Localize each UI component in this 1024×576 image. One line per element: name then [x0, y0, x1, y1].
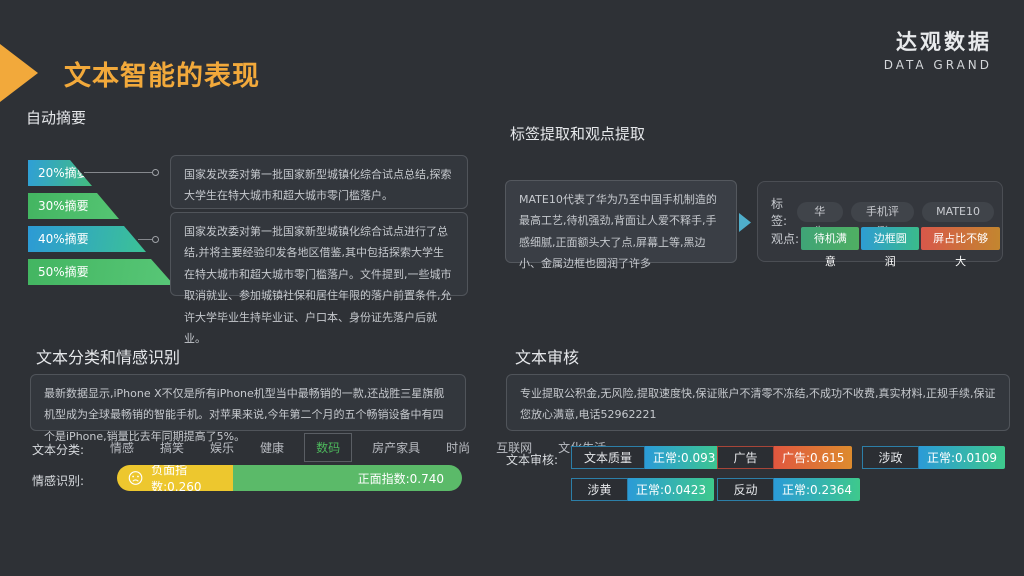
review-badge-result: 正常:0.2364 — [774, 478, 860, 501]
funnel-bar-20: 20%摘要 — [28, 160, 92, 186]
arrow-right-icon — [739, 213, 751, 232]
categories-label: 文本分类: — [32, 441, 84, 458]
category-tab[interactable]: 搞笑 — [154, 439, 190, 456]
summary-result-long: 国家发改委对第一批国家新型城镇化综合试点进行了总结,并将主要经验印发各地区借鉴,… — [170, 212, 468, 296]
review-badge-result: 正常:0.0109 — [919, 446, 1005, 469]
category-tab[interactable]: 娱乐 — [204, 439, 240, 456]
sad-face-icon — [128, 470, 143, 486]
sentiment-positive-segment: 正面指数:0.740 — [233, 465, 462, 491]
tags-row: 标签: 华为 手机评测 MATE10 — [771, 195, 1002, 229]
tag-pill: 华为 — [797, 202, 843, 222]
review-badge-name: 涉政 — [862, 446, 919, 469]
review-badge-reactionary: 反动 正常:0.2364 — [717, 478, 860, 501]
connector-line — [138, 239, 152, 240]
review-badge-ad: 广告 广告:0.615 — [717, 446, 852, 469]
review-badge-result: 广告:0.615 — [774, 446, 852, 469]
review-badge-porn: 涉黄 正常:0.0423 — [571, 478, 714, 501]
opinion-chip: 边框圆润 — [861, 227, 919, 250]
opinion-chip: 屏占比不够大 — [921, 227, 1000, 250]
tagging-result-panel: 标签: 华为 手机评测 MATE10 观点: 待机满意 边框圆润 屏占比不够大 — [757, 181, 1003, 262]
negative-index-value: 负面指数:0.260 — [151, 465, 232, 491]
review-heading: 文本审核 — [515, 344, 579, 368]
sentiment-negative-segment: 负面指数:0.260 — [117, 465, 233, 491]
opinions-row: 观点: 待机满意 边框圆润 屏占比不够大 — [771, 227, 1002, 250]
tagging-heading: 标签提取和观点提取 — [510, 123, 645, 144]
funnel-bar-30: 30%摘要 — [28, 193, 119, 219]
summary-heading: 自动摘要 — [26, 107, 86, 128]
brand-logo-zh: 达观数据 — [884, 26, 992, 56]
opinions-label: 观点: — [771, 230, 801, 247]
review-badge-politics: 涉政 正常:0.0109 — [862, 446, 1005, 469]
tags-label: 标签: — [771, 195, 797, 229]
category-tab[interactable]: 时尚 — [440, 439, 476, 456]
positive-index-value: 正面指数:0.740 — [358, 470, 444, 487]
summary-result-short: 国家发改委对第一批国家新型城镇化综合试点总结,探索大学生在特大城市和超大城市零门… — [170, 155, 468, 209]
page-title: 文本智能的表现 — [64, 54, 260, 93]
tag-pill: MATE10 — [922, 202, 994, 222]
review-badge-name: 涉黄 — [571, 478, 628, 501]
funnel-bar-50: 50%摘要 — [28, 259, 174, 285]
review-badge-result: 正常:0.093 — [645, 446, 723, 469]
connector-dot — [152, 169, 159, 176]
brand-logo-en: DATA GRAND — [884, 58, 992, 72]
review-source-text: 专业提取公积金,无风险,提取速度快,保证账户不清零不冻结,不成功不收费,真实材料… — [506, 374, 1010, 431]
sentiment-label: 情感识别: — [32, 472, 84, 489]
review-row-label: 文本审核: — [506, 451, 558, 468]
classification-source-text: 最新数据显示,iPhone X不仅是所有iPhone机型当中最畅销的一款,还战胜… — [30, 374, 466, 431]
review-badge-result: 正常:0.0423 — [628, 478, 714, 501]
opinion-chip: 待机满意 — [801, 227, 859, 250]
tag-pill: 手机评测 — [851, 202, 915, 222]
connector-dot — [152, 236, 159, 243]
category-tab-active[interactable]: 数码 — [304, 433, 352, 462]
review-badge-name: 反动 — [717, 478, 774, 501]
sentiment-bar: 负面指数:0.260 正面指数:0.740 — [117, 465, 462, 491]
review-badge-quality: 文本质量 正常:0.093 — [571, 446, 723, 469]
slide: 文本智能的表现 达观数据 DATA GRAND 自动摘要 20%摘要 30%摘要… — [0, 0, 1024, 576]
connector-line — [84, 172, 152, 173]
brand-logo: 达观数据 DATA GRAND — [884, 26, 992, 72]
tagging-source-text: MATE10代表了华为乃至中国手机制造的最高工艺,待机强劲,背面让人爱不释手,手… — [505, 180, 737, 263]
review-badge-name: 文本质量 — [571, 446, 645, 469]
funnel-bar-40: 40%摘要 — [28, 226, 146, 252]
review-badge-name: 广告 — [717, 446, 774, 469]
title-arrow-icon — [0, 44, 38, 102]
category-tab[interactable]: 健康 — [254, 439, 290, 456]
category-tab[interactable]: 房产家具 — [366, 439, 426, 456]
category-tab[interactable]: 情感 — [104, 439, 140, 456]
classification-heading: 文本分类和情感识别 — [36, 344, 180, 368]
